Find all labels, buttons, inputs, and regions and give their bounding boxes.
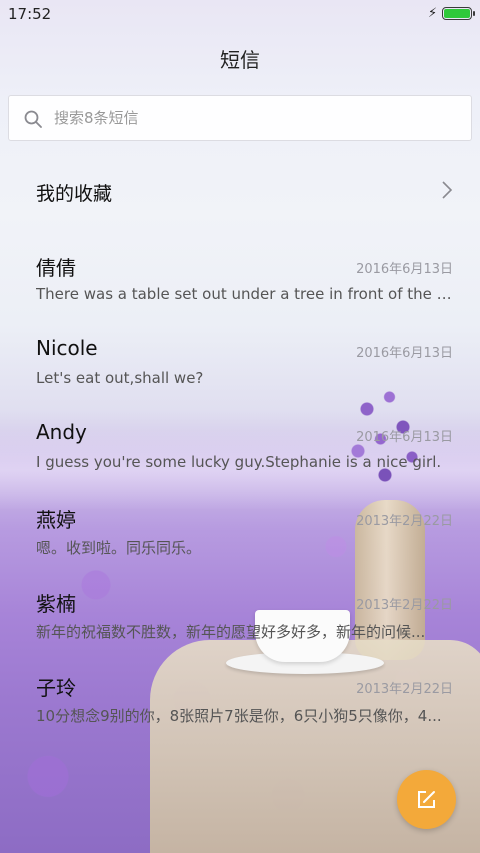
conversation-item[interactable]: Andy 2016年6月13日 I guess you're some luck…: [0, 420, 480, 502]
message-preview: There was a table set out under a tree i…: [36, 285, 456, 303]
message-date: 2016年6月13日: [356, 430, 453, 445]
status-bar: 17:52 ⚡: [0, 0, 480, 28]
compose-icon: [418, 791, 435, 808]
contact-name: 子玲: [36, 676, 76, 700]
favorites-row[interactable]: 我的收藏: [0, 160, 480, 222]
message-date: 2013年2月22日: [356, 598, 453, 613]
contact-name: Nicole: [36, 336, 98, 360]
status-time: 17:52: [8, 5, 52, 23]
message-preview: Let's eat out,shall we?: [36, 369, 204, 387]
battery-icon: [442, 7, 475, 20]
charge-icon: ⚡: [428, 6, 438, 21]
message-preview: 新年的祝福数不胜数，新年的愿望好多好多，新年的问候...: [36, 623, 426, 641]
conversation-item[interactable]: Nicole 2016年6月13日 Let's eat out,shall we…: [0, 336, 480, 418]
page-title: 短信: [220, 48, 260, 72]
chevron-right-icon: [442, 181, 453, 199]
compose-button[interactable]: [397, 770, 456, 829]
contact-name: Andy: [36, 420, 87, 444]
conversation-item[interactable]: 倩倩 2016年6月13日 There was a table set out …: [0, 252, 480, 334]
contact-name: 紫楠: [36, 592, 76, 616]
favorites-label: 我的收藏: [36, 183, 113, 205]
conversation-item[interactable]: 紫楠 2013年2月22日 新年的祝福数不胜数，新年的愿望好多好多，新年的问候.…: [0, 588, 480, 670]
message-date: 2013年2月22日: [356, 514, 453, 529]
message-date: 2013年2月22日: [356, 682, 453, 697]
message-preview: I guess you're some lucky guy.Stephanie …: [36, 453, 442, 471]
conversation-item[interactable]: 子玲 2013年2月22日 10分想念9别的你，8张照片7张是你，6只小狗5只像…: [0, 672, 480, 754]
contact-name: 燕婷: [36, 508, 76, 532]
conversation-item[interactable]: 燕婷 2013年2月22日 嗯。收到啦。同乐同乐。: [0, 504, 480, 586]
message-date: 2016年6月13日: [356, 262, 453, 277]
search-icon: [24, 110, 42, 128]
search-input[interactable]: [54, 96, 454, 140]
message-preview: 10分想念9别的你，8张照片7张是你，6只小狗5只像你，4...: [36, 707, 442, 725]
message-preview: 嗯。收到啦。同乐同乐。: [36, 539, 202, 557]
search-box[interactable]: [8, 95, 472, 141]
battery-level-fill: [444, 9, 470, 18]
contact-name: 倩倩: [36, 256, 76, 280]
message-date: 2016年6月13日: [356, 346, 453, 361]
